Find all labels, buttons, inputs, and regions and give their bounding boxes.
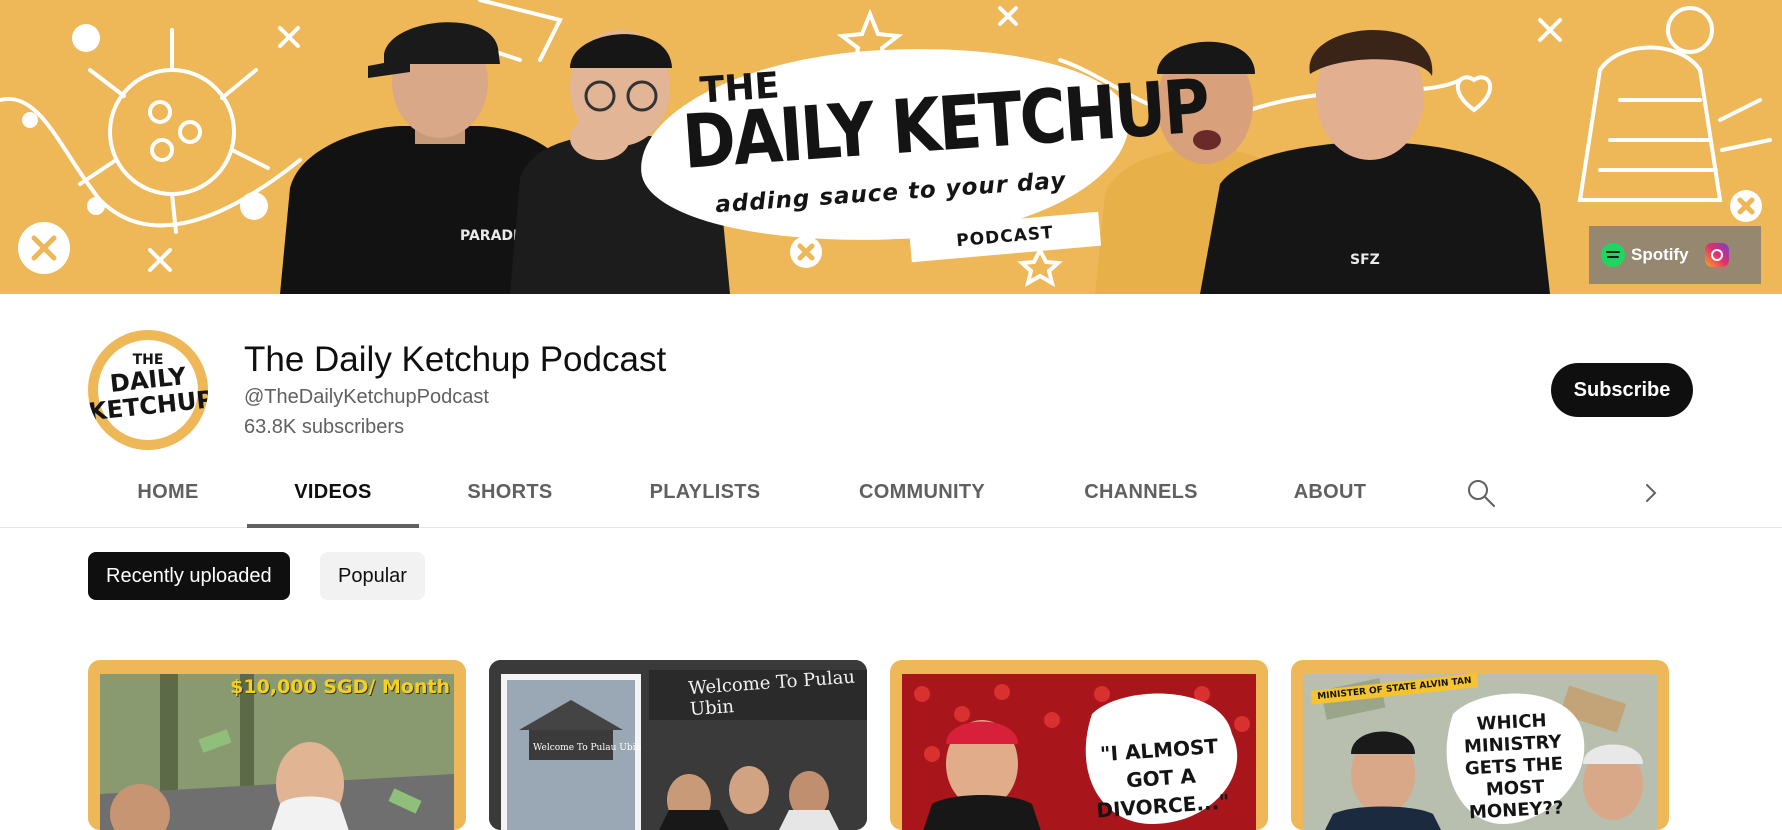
- tab-home[interactable]: HOME: [130, 462, 206, 528]
- instagram-link[interactable]: [1704, 243, 1729, 267]
- channel-tabs: HOME VIDEOS SHORTS PLAYLISTS COMMUNITY C…: [0, 462, 1782, 528]
- channel-handle: @TheDailyKetchupPodcast: [244, 386, 489, 408]
- video-thumbnail-2[interactable]: Welcome To Pulau Ubin Welcome To Pulau U…: [489, 660, 867, 830]
- tab-videos[interactable]: VIDEOS: [247, 462, 419, 528]
- instagram-icon: [1704, 243, 1729, 267]
- subscriber-count: 63.8K subscribers: [244, 416, 405, 438]
- banner-links: Spotify: [1589, 226, 1761, 284]
- spotify-link[interactable]: Spotify: [1601, 243, 1689, 267]
- channel-avatar[interactable]: THE DAILY KETCHUP: [88, 330, 208, 450]
- tab-channels[interactable]: CHANNELS: [1080, 462, 1202, 528]
- svg-text:SFZ: SFZ: [1350, 252, 1380, 268]
- host-photo-4: SFZ: [1200, 29, 1550, 294]
- search-icon[interactable]: [1466, 478, 1496, 508]
- tab-playlists[interactable]: PLAYLISTS: [640, 462, 770, 528]
- thumbnail-4-text: WHICH MINISTRY GETS THE MOST MONEY??: [1463, 710, 1565, 824]
- channel-name: The Daily Ketchup Podcast: [244, 340, 667, 379]
- tab-about[interactable]: ABOUT: [1290, 462, 1370, 528]
- thumbnail-1-text: $10,000 SGD/ Month: [230, 676, 450, 698]
- video-thumbnail-4[interactable]: MINISTER OF STATE ALVIN TAN WHICH MINIST…: [1291, 660, 1669, 830]
- channel-banner: PARADISE SFZ THE DAILY KETCHUP adding sa…: [0, 0, 1782, 294]
- thumbnail-2-sign-small: Welcome To Pulau Ubin: [533, 743, 641, 753]
- chip-popular[interactable]: Popular: [320, 552, 425, 600]
- subscribe-button[interactable]: Subscribe: [1551, 363, 1693, 417]
- chip-recently-uploaded[interactable]: Recently uploaded: [88, 552, 290, 600]
- tab-shorts[interactable]: SHORTS: [460, 462, 560, 528]
- video-thumbnail-1[interactable]: $10,000 SGD/ Month: [88, 660, 466, 830]
- chevron-right-icon[interactable]: [1640, 480, 1662, 506]
- tab-community[interactable]: COMMUNITY: [852, 462, 992, 528]
- spotify-icon: [1601, 243, 1625, 267]
- spotify-link-label: Spotify: [1631, 245, 1689, 264]
- thumbnail-3-text: "I ALMOST GOT A DIVORCE...": [1095, 733, 1231, 823]
- banner-logo: THE DAILY KETCHUP adding sauce to your d…: [633, 33, 1210, 263]
- video-thumbnail-3[interactable]: "I ALMOST GOT A DIVORCE...": [890, 660, 1268, 830]
